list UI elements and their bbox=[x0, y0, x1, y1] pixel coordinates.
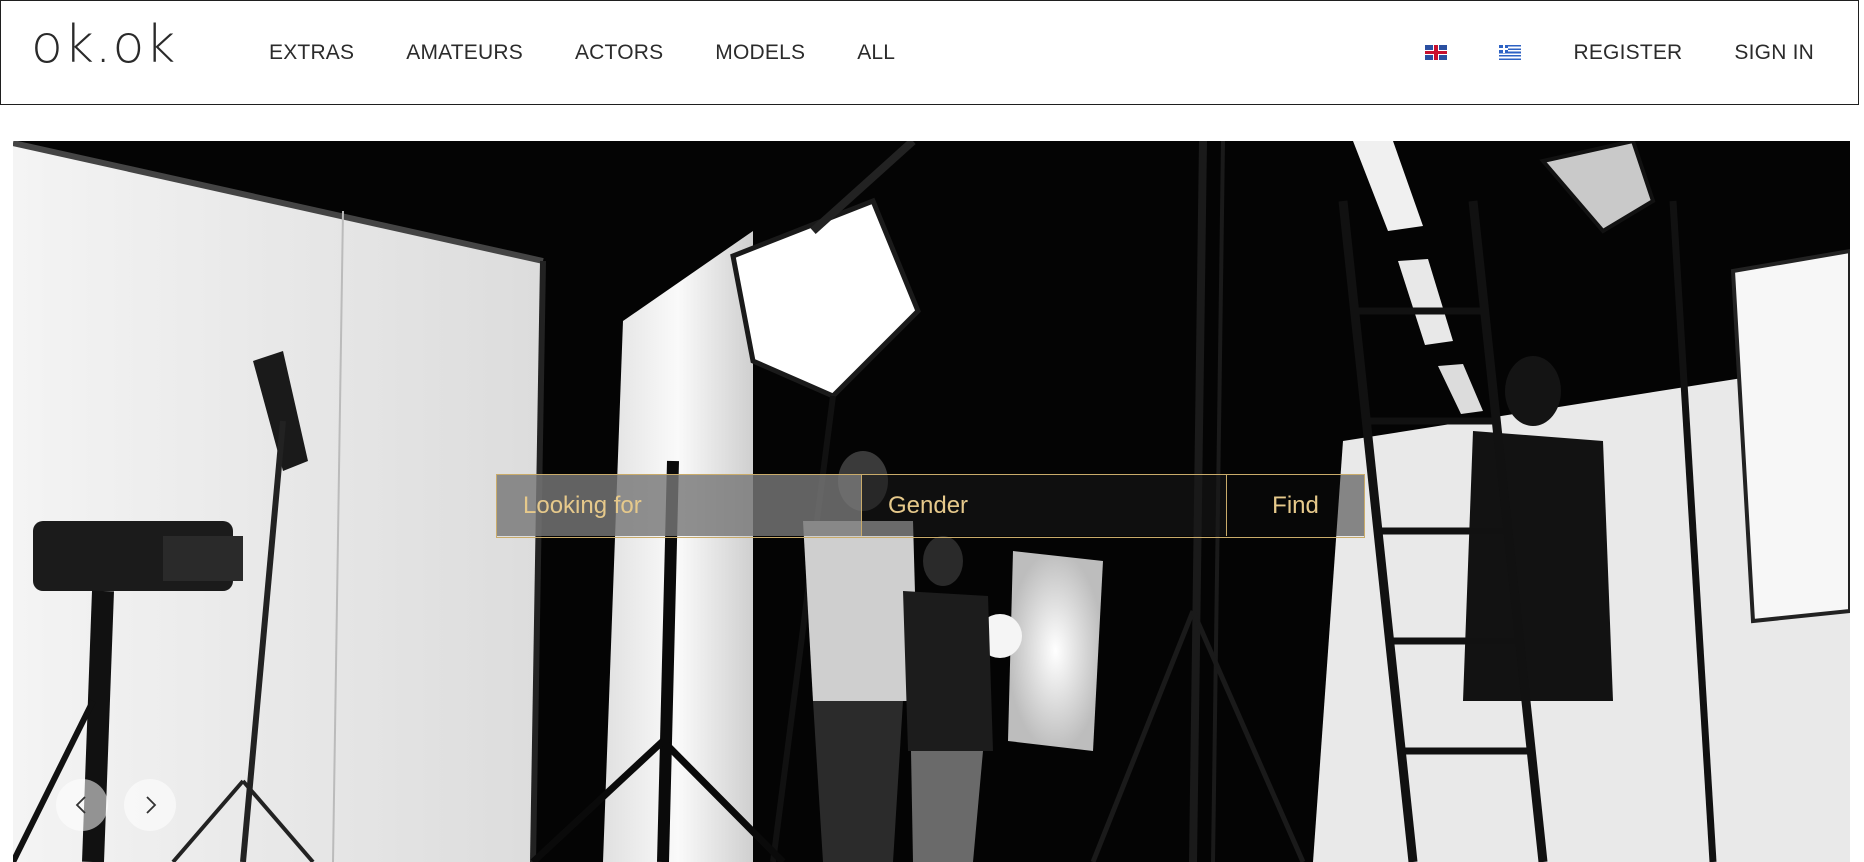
sign-in-link[interactable]: SIGN IN bbox=[1734, 41, 1814, 65]
nav-actors[interactable]: ACTORS bbox=[575, 41, 663, 65]
uk-flag-icon[interactable] bbox=[1425, 45, 1448, 60]
site-logo[interactable]: ok.ok bbox=[31, 19, 176, 71]
main-nav: EXTRAS AMATEURS ACTORS MODELS ALL bbox=[269, 1, 895, 104]
carousel-prev-button[interactable] bbox=[56, 779, 108, 831]
find-button[interactable]: Find bbox=[1227, 475, 1364, 536]
carousel-next-button[interactable] bbox=[124, 779, 176, 831]
register-link[interactable]: REGISTER bbox=[1573, 41, 1682, 65]
search-bar: Looking for Gender Find bbox=[496, 474, 1365, 538]
nav-models[interactable]: MODELS bbox=[715, 41, 805, 65]
gender-select[interactable]: Gender bbox=[862, 475, 1227, 536]
site-header: ok.ok EXTRAS AMATEURS ACTORS MODELS ALL … bbox=[0, 0, 1859, 105]
header-right: REGISTER SIGN IN bbox=[1425, 1, 1814, 104]
looking-for-select[interactable]: Looking for bbox=[497, 475, 862, 536]
greek-flag-icon[interactable] bbox=[1499, 45, 1522, 60]
chevron-right-icon bbox=[146, 796, 157, 814]
nav-amateurs[interactable]: AMATEURS bbox=[406, 41, 523, 65]
chevron-left-icon bbox=[75, 796, 86, 814]
nav-extras[interactable]: EXTRAS bbox=[269, 41, 354, 65]
nav-all[interactable]: ALL bbox=[857, 41, 895, 65]
